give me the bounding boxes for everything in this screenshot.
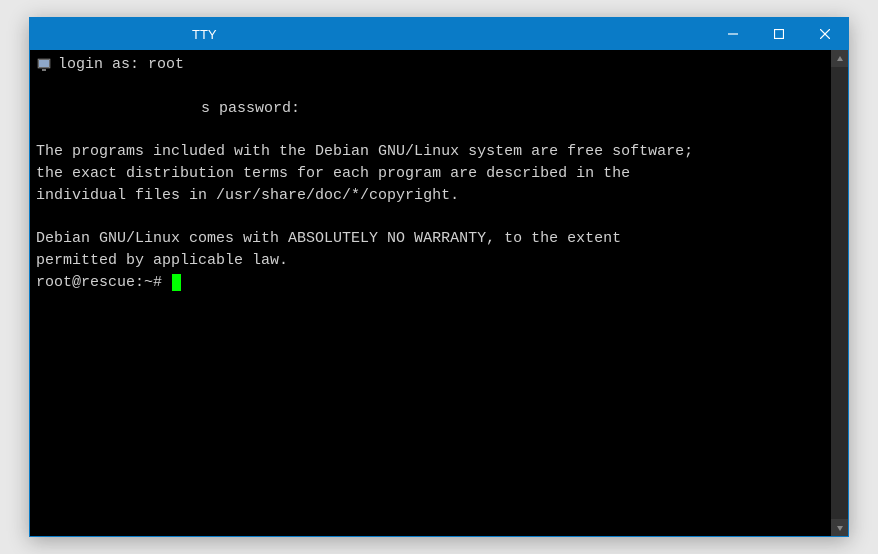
scrollbar[interactable] <box>831 50 848 536</box>
chevron-down-icon <box>836 524 844 532</box>
window-controls <box>710 18 848 50</box>
terminal-output[interactable]: login as: root s password: The programs … <box>30 50 831 536</box>
motd-line: individual files in /usr/share/doc/*/cop… <box>36 187 459 204</box>
title-obscured-area <box>38 21 178 47</box>
password-prompt-text: s password: <box>201 100 300 117</box>
motd-line: the exact distribution terms for each pr… <box>36 165 630 182</box>
window-title: TTY <box>186 27 217 42</box>
scroll-up-button[interactable] <box>831 50 848 67</box>
titlebar[interactable]: TTY <box>30 18 848 50</box>
close-icon <box>820 29 830 39</box>
chevron-up-icon <box>836 55 844 63</box>
minimize-icon <box>728 29 738 39</box>
motd-line: permitted by applicable law. <box>36 252 288 269</box>
maximize-button[interactable] <box>756 18 802 50</box>
terminal-icon <box>36 57 52 73</box>
login-user-text: root <box>148 56 184 73</box>
titlebar-left: TTY <box>30 21 217 47</box>
motd-line: Debian GNU/Linux comes with ABSOLUTELY N… <box>36 230 621 247</box>
scroll-down-button[interactable] <box>831 519 848 536</box>
scroll-track[interactable] <box>831 67 848 519</box>
shell-prompt: root@rescue:~# <box>36 274 162 291</box>
maximize-icon <box>774 29 784 39</box>
terminal-area: login as: root s password: The programs … <box>30 50 848 536</box>
redacted-host <box>36 98 201 120</box>
motd-line: The programs included with the Debian GN… <box>36 143 693 160</box>
putty-window: TTY login as: root s password: The progr… <box>29 17 849 537</box>
close-button[interactable] <box>802 18 848 50</box>
login-prompt-text: login as: <box>58 56 139 73</box>
minimize-button[interactable] <box>710 18 756 50</box>
cursor <box>172 274 181 291</box>
